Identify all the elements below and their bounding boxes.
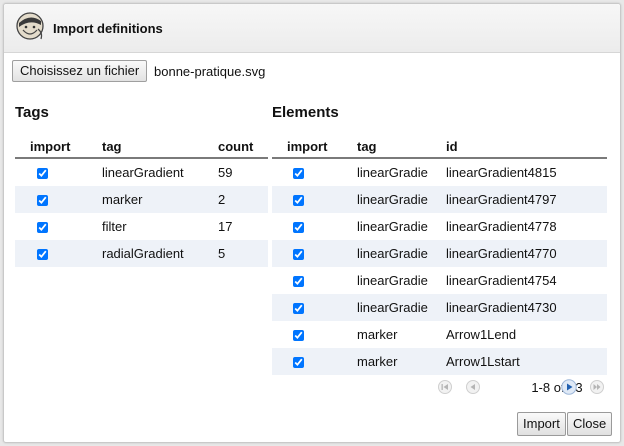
elements-row: linearGradie linearGradient4778 [272,213,607,240]
tags-col-count[interactable]: count [218,135,268,159]
tags-col-tag[interactable]: tag [102,135,218,159]
element-id: linearGradient4815 [446,165,557,180]
tag-count: 59 [218,165,233,180]
tags-row: radialGradient 5 [15,240,268,267]
elements-heading: Elements [272,104,339,121]
element-import-checkbox[interactable] [293,222,304,234]
element-id: linearGradient4754 [446,273,557,288]
element-import-checkbox[interactable] [293,276,304,288]
element-id: linearGradient4797 [446,186,607,213]
element-id: linearGradient4778 [446,219,557,234]
elements-row: linearGradie linearGradient4797 [272,186,607,213]
elements-col-id[interactable]: id [446,135,607,159]
dialog-title: Import definitions [53,21,163,36]
tag-name: linearGradient [102,165,184,180]
elements-row: linearGradie linearGradient4730 [272,294,607,321]
tags-row: linearGradient 59 [15,158,268,186]
tag-name: filter [102,219,127,234]
element-tag: linearGradie [357,294,446,321]
elements-col-tag[interactable]: tag [357,135,446,159]
element-tag: linearGradie [357,240,446,267]
element-tag: linearGradie [357,165,428,180]
tags-table: import tag count linearGradient 59 marke… [15,135,268,267]
app-icon [14,11,46,43]
tag-import-checkbox[interactable] [37,195,48,207]
choose-file-button[interactable]: Choisissez un fichier [12,60,148,82]
tag-name: radialGradient [102,240,218,267]
elements-header-row: import tag id [272,135,607,159]
element-import-checkbox[interactable] [293,195,304,207]
element-tag: marker [357,327,398,342]
last-page-icon[interactable] [588,378,606,396]
element-id: Arrow1Lstart [446,348,607,375]
elements-row: marker Arrow1Lstart [272,348,607,375]
tag-name: marker [102,186,218,213]
tag-count: 17 [218,219,233,234]
tag-count: 5 [218,240,268,267]
import-button[interactable]: Import [517,412,566,436]
elements-row: linearGradie linearGradient4815 [272,158,607,186]
element-tag: linearGradie [357,186,446,213]
close-button[interactable]: Close [567,412,613,436]
elements-col-import[interactable]: import [272,135,357,159]
tag-import-checkbox[interactable] [37,168,48,180]
element-tag: linearGradie [357,273,428,288]
tags-row: marker 2 [15,186,268,213]
selected-file-name: bonne-pratique.svg [154,64,266,79]
next-page-icon[interactable] [560,378,578,396]
tags-row: filter 17 [15,213,268,240]
first-page-icon[interactable] [436,378,454,396]
element-id: linearGradient4730 [446,294,607,321]
element-id: linearGradient4770 [446,240,607,267]
element-import-checkbox[interactable] [293,168,304,180]
element-import-checkbox[interactable] [293,249,304,261]
element-import-checkbox[interactable] [293,303,304,315]
elements-row: marker Arrow1Lend [272,321,607,348]
element-tag: marker [357,348,446,375]
elements-row: linearGradie linearGradient4754 [272,267,607,294]
import-definitions-dialog: Import definitions Choisissez un fichier… [3,3,621,443]
prev-page-icon[interactable] [464,378,482,396]
element-import-checkbox[interactable] [293,357,304,369]
elements-table: import tag id linearGradie linearGradien… [272,135,607,375]
element-tag: linearGradie [357,219,428,234]
dialog-titlebar: Import definitions [4,4,620,53]
tag-import-checkbox[interactable] [37,249,48,261]
element-import-checkbox[interactable] [293,330,304,342]
tag-count: 2 [218,186,268,213]
tags-heading: Tags [15,104,49,121]
tags-col-import[interactable]: import [15,135,102,159]
tag-import-checkbox[interactable] [37,222,48,234]
elements-row: linearGradie linearGradient4770 [272,240,607,267]
pager-status: 1-8 of 83 [531,380,583,395]
element-id: Arrow1Lend [446,327,517,342]
tags-header-row: import tag count [15,135,268,159]
